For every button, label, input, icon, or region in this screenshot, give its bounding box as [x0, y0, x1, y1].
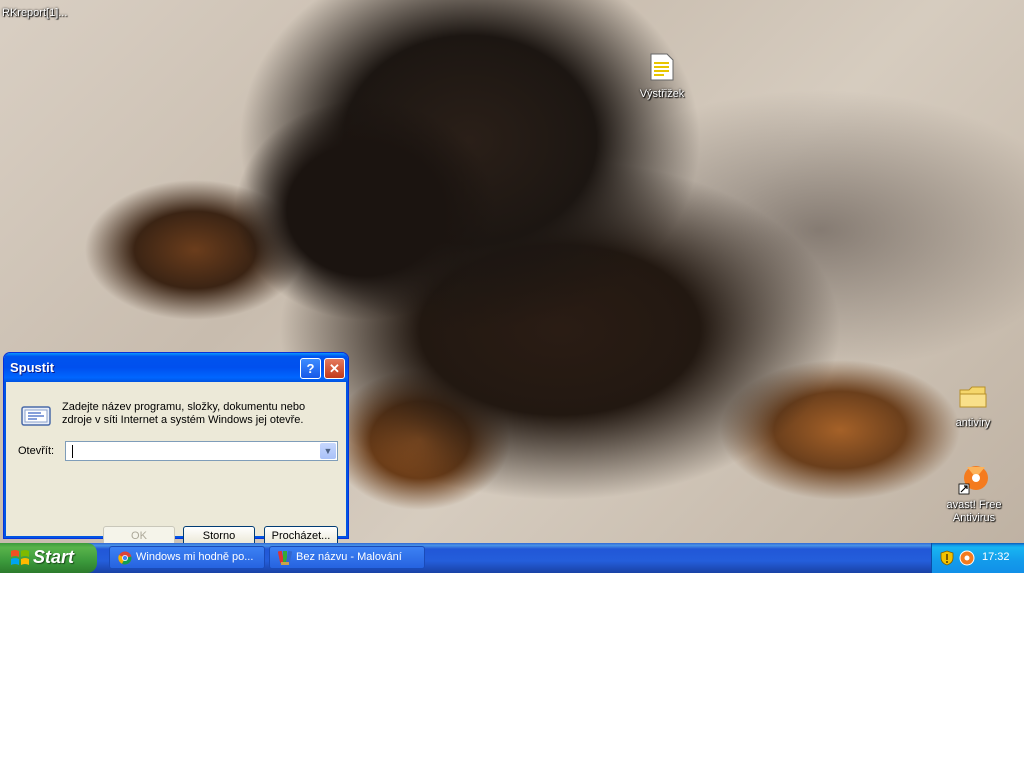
chrome-icon — [118, 551, 132, 565]
system-tray: 17:32 — [931, 543, 1024, 573]
run-dialog-title: Spustit — [10, 360, 55, 375]
start-button[interactable]: Start — [0, 543, 97, 573]
clock[interactable]: 17:32 — [982, 551, 1010, 563]
close-button[interactable]: ✕ — [324, 358, 345, 379]
desktop-icon-avast[interactable]: avast! Free Antivirus — [936, 462, 1012, 526]
desktop-icon-antiviry[interactable]: antiviry — [940, 383, 1006, 433]
desktop-icon-label: avast! Free Antivirus — [946, 499, 1002, 524]
run-dialog-description: Zadejte název programu, složky, dokument… — [62, 401, 306, 426]
help-button[interactable]: ? — [300, 358, 321, 379]
taskbar-button-label: Windows mi hodně po... — [136, 551, 254, 563]
taskbar-button-paint[interactable]: Bez názvu - Malování — [269, 546, 425, 569]
avast-tray-icon[interactable] — [959, 550, 975, 566]
open-combobox[interactable]: ▼ — [65, 441, 338, 461]
text-caret — [72, 445, 73, 458]
run-dialog-body: Zadejte název programu, složky, dokument… — [7, 382, 345, 547]
desktop-item-rkreport[interactable]: RKreport[1]... — [2, 7, 67, 20]
security-shield-icon[interactable] — [940, 550, 954, 566]
run-dialog-titlebar[interactable]: Spustit ? ✕ — [4, 353, 348, 382]
desktop-icon-label: Výstřižek — [639, 88, 685, 100]
run-dialog: Spustit ? ✕ Zadejte název programu, slož… — [3, 352, 349, 547]
taskbar-button-label: Bez názvu - Malování — [296, 551, 402, 563]
taskbar-button-chrome[interactable]: Windows mi hodně po... — [109, 546, 265, 569]
paint-icon — [278, 550, 292, 565]
taskbar: Start Windows mi hodně po... Bez názvu -… — [0, 543, 1024, 573]
document-icon — [650, 53, 674, 81]
start-label: Start — [33, 547, 75, 567]
windows-logo-icon — [11, 550, 29, 565]
chevron-down-icon[interactable]: ▼ — [320, 443, 336, 459]
open-label: Otevřít: — [18, 445, 55, 457]
desktop-icon-vystrizek[interactable]: Výstřižek — [630, 52, 694, 102]
run-program-icon — [21, 406, 51, 426]
desktop-icon-label: antiviry — [955, 417, 991, 429]
folder-icon — [959, 386, 987, 408]
avast-icon — [958, 466, 988, 495]
